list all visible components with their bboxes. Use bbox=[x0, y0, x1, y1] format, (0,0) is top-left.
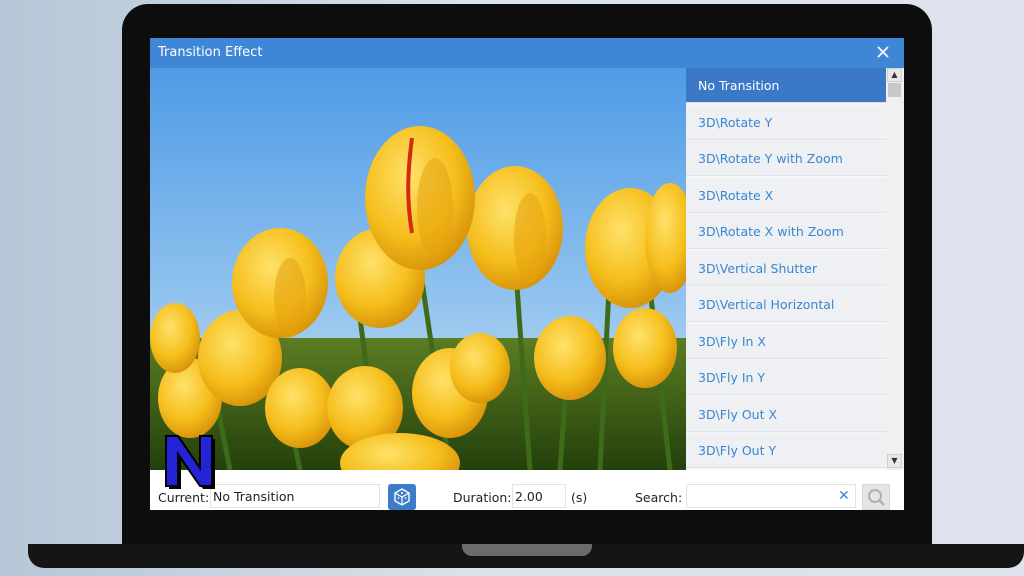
current-transition-field[interactable]: No Transition bbox=[210, 484, 380, 508]
transition-item[interactable]: 3D\Rotate X with Zoom bbox=[686, 214, 886, 249]
scroll-down-icon[interactable]: ▼ bbox=[887, 454, 902, 468]
search-button[interactable] bbox=[862, 484, 890, 510]
search-input[interactable] bbox=[686, 484, 856, 508]
scroll-thumb[interactable] bbox=[888, 83, 901, 97]
laptop-notch bbox=[462, 544, 592, 556]
close-icon[interactable] bbox=[874, 43, 892, 61]
duration-input[interactable]: 2.00 bbox=[512, 484, 566, 508]
logo-watermark bbox=[165, 435, 215, 489]
transition-item[interactable]: No Transition bbox=[686, 68, 886, 103]
scroll-up-icon[interactable]: ▲ bbox=[887, 68, 902, 82]
transition-item[interactable]: 3D\Rotate X bbox=[686, 177, 886, 213]
transition-list[interactable]: No Transition 3D\Rotate Y 3D\Rotate Y wi… bbox=[686, 68, 886, 470]
transition-item[interactable]: 3D\Fly In X bbox=[686, 323, 886, 359]
dialog-title: Transition Effect bbox=[158, 45, 263, 60]
preview-image bbox=[150, 68, 686, 470]
dice-icon bbox=[394, 488, 410, 506]
transition-item[interactable]: 3D\Rotate Y bbox=[686, 104, 886, 140]
random-transition-button[interactable] bbox=[388, 484, 416, 510]
dialog-titlebar: Transition Effect bbox=[150, 38, 904, 68]
duration-label: Duration: bbox=[453, 490, 512, 505]
duration-unit: (s) bbox=[571, 490, 588, 505]
current-label: Current: bbox=[158, 490, 210, 505]
bottom-toolbar: Current: No Transition Duration: 2.00 (s… bbox=[150, 470, 904, 510]
transition-item[interactable]: 3D\Fly Out X bbox=[686, 396, 886, 432]
transition-item[interactable]: 3D\Vertical Horizontal bbox=[686, 287, 886, 322]
transition-item[interactable]: 3D\Fly In Y bbox=[686, 360, 886, 395]
transition-item[interactable]: 3D\Rotate Y with Zoom bbox=[686, 141, 886, 176]
transition-item[interactable]: 3D\Fly Out Y bbox=[686, 433, 886, 468]
transition-item[interactable]: 3D\Vertical Shutter bbox=[686, 250, 886, 286]
list-scrollbar[interactable]: ▲ ▼ bbox=[886, 68, 904, 470]
search-icon bbox=[868, 489, 885, 506]
search-label: Search: bbox=[635, 490, 683, 505]
clear-icon[interactable]: ✕ bbox=[838, 488, 850, 504]
transition-effect-dialog: Transition Effect No Transition 3D\Rotat… bbox=[150, 38, 904, 510]
